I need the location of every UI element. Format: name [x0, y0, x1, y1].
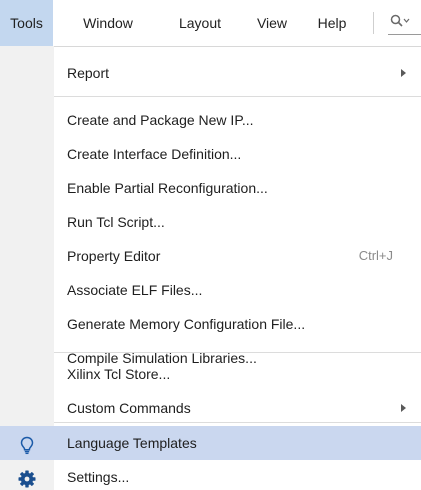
- menu-item-label: Language Templates: [67, 435, 197, 451]
- submenu-arrow-icon: [401, 69, 406, 77]
- menu-item-run-tcl-script[interactable]: Run Tcl Script...: [0, 205, 421, 239]
- menu-item-generate-memory-configuration[interactable]: Generate Memory Configuration File...: [0, 307, 421, 341]
- menu-item-label: Create Interface Definition...: [67, 146, 242, 162]
- menu-view[interactable]: View: [250, 0, 294, 46]
- menu-item-label: Generate Memory Configuration File...: [67, 316, 306, 332]
- menu-item-report[interactable]: Report: [0, 56, 421, 90]
- menu-item-associate-elf-files[interactable]: Associate ELF Files...: [0, 273, 421, 307]
- menu-item-label: Report: [67, 65, 110, 81]
- menu-item-create-package-ip[interactable]: Create and Package New IP...: [0, 103, 421, 137]
- menu-item-property-editor[interactable]: Property Editor Ctrl+J: [0, 239, 421, 273]
- menu-bar-divider: [373, 12, 374, 34]
- menu-item-label: Associate ELF Files...: [67, 282, 203, 298]
- menu-item-label: Settings...: [67, 469, 130, 485]
- gear-icon: [17, 467, 37, 488]
- menu-item-label: Enable Partial Reconfiguration...: [67, 180, 268, 196]
- quick-access-search[interactable]: [388, 10, 421, 35]
- menu-item-settings[interactable]: Settings...: [0, 460, 421, 490]
- app-window: Tools Window Layout View Help Report Cre…: [0, 0, 421, 490]
- menu-item-xilinx-tcl-store[interactable]: Xilinx Tcl Store...: [0, 357, 421, 391]
- menu-help[interactable]: Help: [310, 0, 354, 46]
- menu-item-create-interface-definition[interactable]: Create Interface Definition...: [0, 137, 421, 171]
- menu-item-language-templates[interactable]: Language Templates: [0, 426, 421, 460]
- search-icon: [390, 14, 410, 27]
- menu-separator: [54, 352, 421, 353]
- submenu-arrow-icon: [401, 404, 406, 412]
- menu-item-enable-partial-reconfiguration[interactable]: Enable Partial Reconfiguration...: [0, 171, 421, 205]
- tools-menu-dropdown: Report Create and Package New IP... Crea…: [0, 46, 421, 490]
- menu-item-label: Property Editor: [67, 248, 161, 264]
- menu-item-label: Run Tcl Script...: [67, 214, 165, 230]
- menu-separator: [54, 422, 421, 423]
- menu-tools[interactable]: Tools: [0, 0, 53, 46]
- menu-layout[interactable]: Layout: [170, 0, 230, 46]
- menu-window[interactable]: Window: [78, 0, 138, 46]
- lightbulb-icon: [17, 433, 37, 455]
- menu-item-label: Xilinx Tcl Store...: [67, 366, 171, 382]
- menu-item-label: Create and Package New IP...: [67, 112, 254, 128]
- menu-item-label: Custom Commands: [67, 400, 191, 416]
- menu-separator: [54, 96, 421, 97]
- menu-bar: Tools Window Layout View Help: [0, 0, 421, 46]
- keyboard-shortcut: Ctrl+J: [358, 248, 393, 263]
- menu-item-custom-commands[interactable]: Custom Commands: [0, 391, 421, 425]
